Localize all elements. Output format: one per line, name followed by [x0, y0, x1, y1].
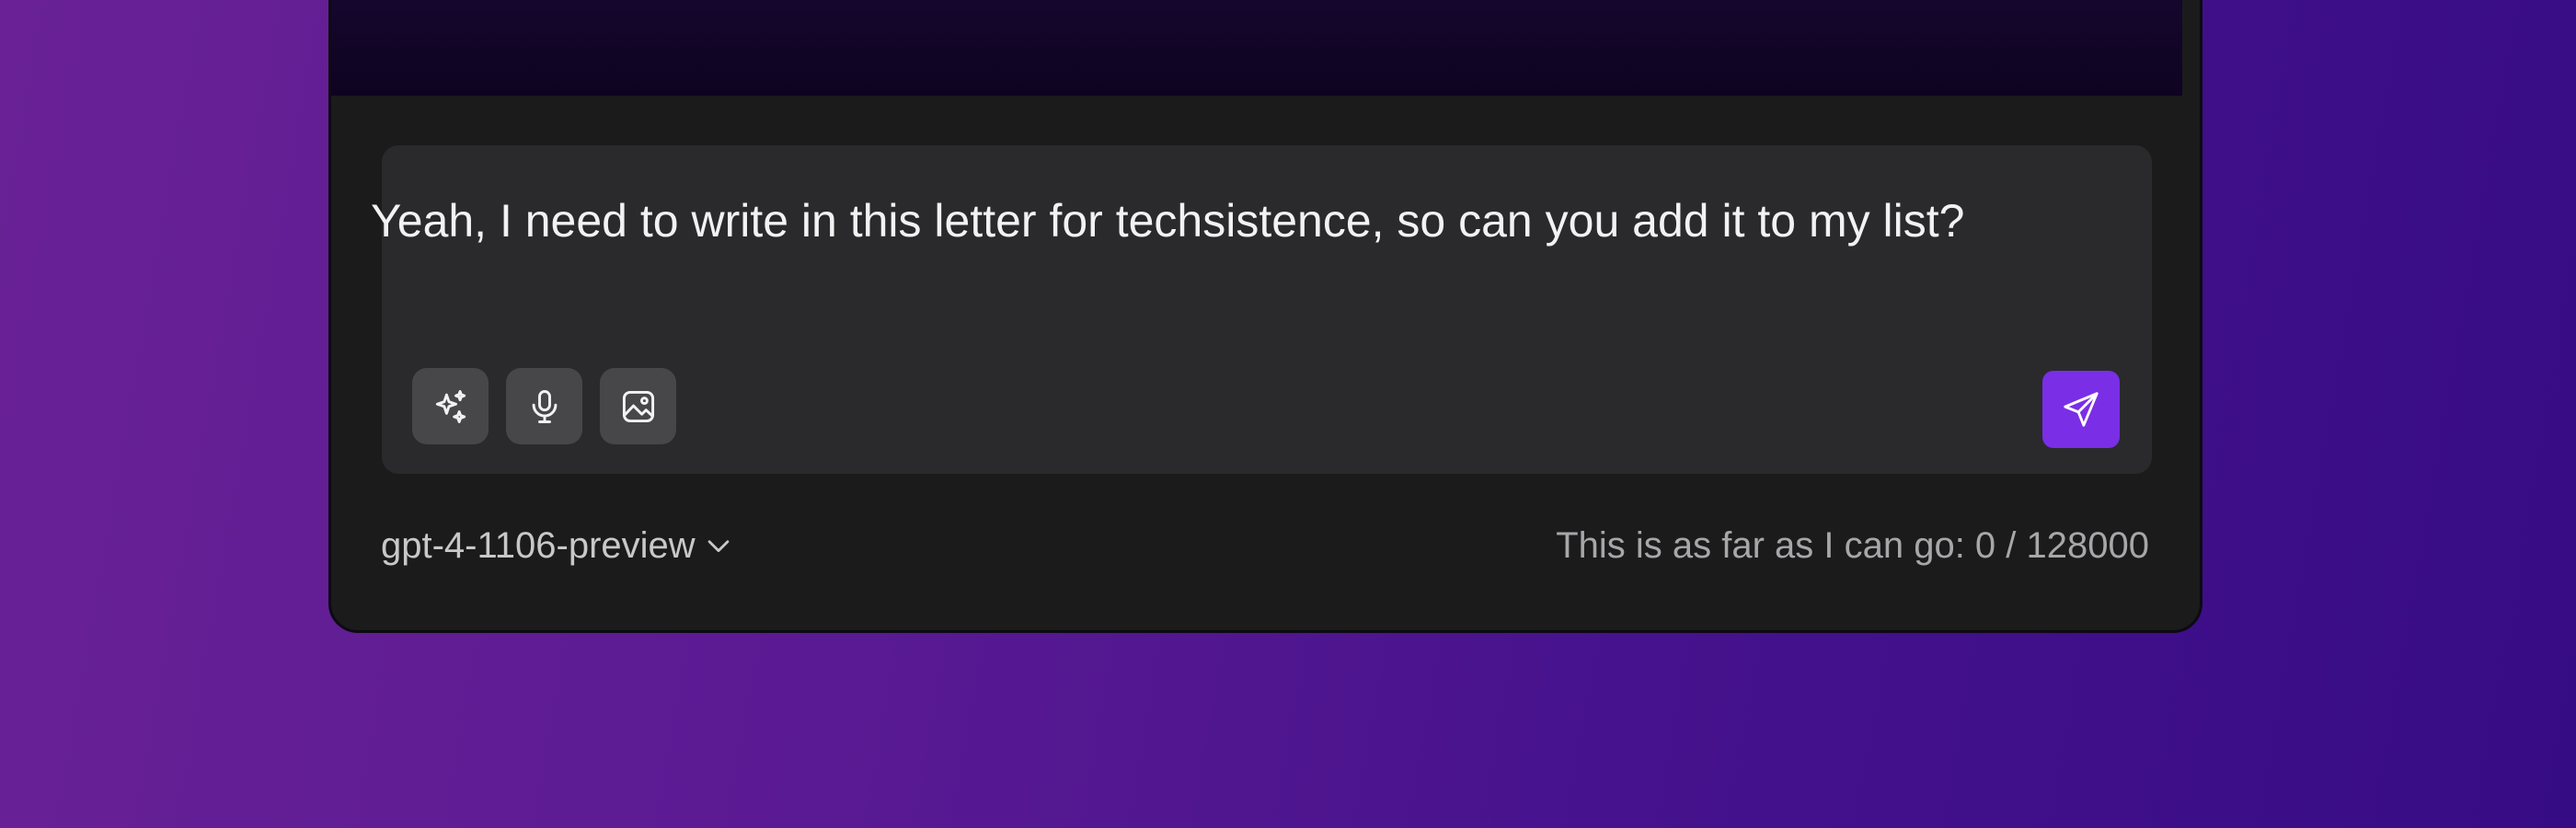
- chat-history-area[interactable]: [331, 0, 2182, 96]
- send-button[interactable]: [2042, 371, 2120, 448]
- attach-image-button[interactable]: [600, 368, 676, 444]
- message-input[interactable]: Yeah, I need to write in this letter for…: [371, 183, 2064, 259]
- microphone-icon: [532, 389, 557, 423]
- model-name: gpt-4-1106-preview: [381, 524, 696, 566]
- voice-input-button[interactable]: [506, 368, 582, 444]
- send-icon: [2064, 392, 2099, 427]
- sparkles-icon: [435, 389, 466, 423]
- chevron-down-icon: [707, 540, 730, 553]
- model-selector[interactable]: gpt-4-1106-preview: [381, 522, 734, 569]
- image-icon: [622, 390, 654, 422]
- ai-enhance-button[interactable]: [412, 368, 489, 444]
- token-usage-status: This is as far as I can go: 0 / 128000: [1556, 524, 2149, 566]
